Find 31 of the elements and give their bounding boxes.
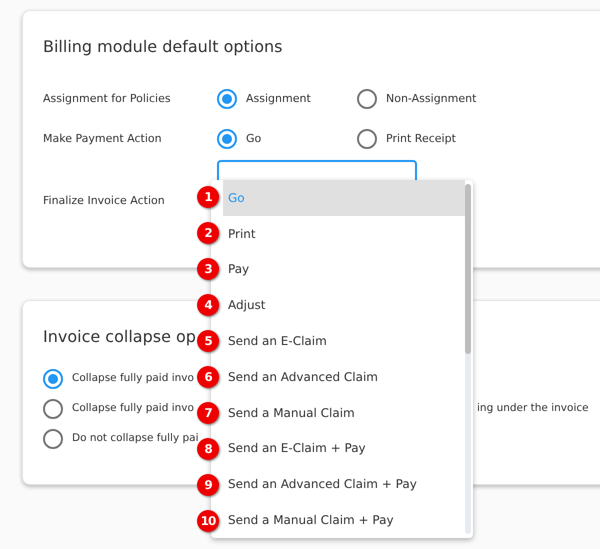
- field-label: Finalize Invoice Action: [43, 193, 165, 209]
- radio-label: Do not collapse fully pai: [72, 431, 199, 446]
- number-badge: 10: [197, 510, 219, 532]
- menu-item[interactable]: Send an Advanced Claim: [223, 358, 465, 395]
- menu-item[interactable]: Pay: [223, 252, 465, 288]
- menu-item[interactable]: Print: [223, 216, 465, 252]
- radio-button[interactable]: [217, 129, 237, 149]
- radio-button[interactable]: [357, 129, 377, 149]
- menu-item[interactable]: Adjust: [223, 287, 465, 324]
- menu-item[interactable]: Send a Manual Claim: [223, 394, 465, 431]
- menu-item[interactable]: Send an E-Claim: [223, 323, 465, 359]
- field-label: Make Payment Action: [43, 130, 163, 147]
- radio-button[interactable]: [43, 369, 63, 389]
- menu-item[interactable]: Send a Manual Claim + Pay: [223, 502, 465, 538]
- card-title: Invoice collapse op: [43, 326, 196, 348]
- radio-label: Assignment: [246, 90, 311, 107]
- radio-label: Collapse fully paid invo: [72, 401, 194, 416]
- radio-label: Print Receipt: [386, 130, 456, 147]
- field-label: Assignment for Policies: [43, 90, 172, 107]
- menu-item[interactable]: Send an Advanced Claim + Pay: [223, 466, 465, 502]
- radio-button[interactable]: [357, 89, 377, 109]
- card-title: Billing module default options: [43, 36, 282, 58]
- radio-button[interactable]: [43, 429, 63, 449]
- radio-label: Non-Assignment: [386, 90, 476, 107]
- radio-button[interactable]: [43, 399, 63, 419]
- scrollbar[interactable]: [465, 184, 471, 534]
- menu-item[interactable]: Send an E-Claim + Pay: [223, 430, 465, 466]
- radio-button[interactable]: [217, 89, 237, 109]
- radio-label: Collapse fully paid invo: [72, 371, 194, 386]
- radio-label: Go: [246, 130, 262, 147]
- radio-label: ing under the invoice: [477, 401, 589, 416]
